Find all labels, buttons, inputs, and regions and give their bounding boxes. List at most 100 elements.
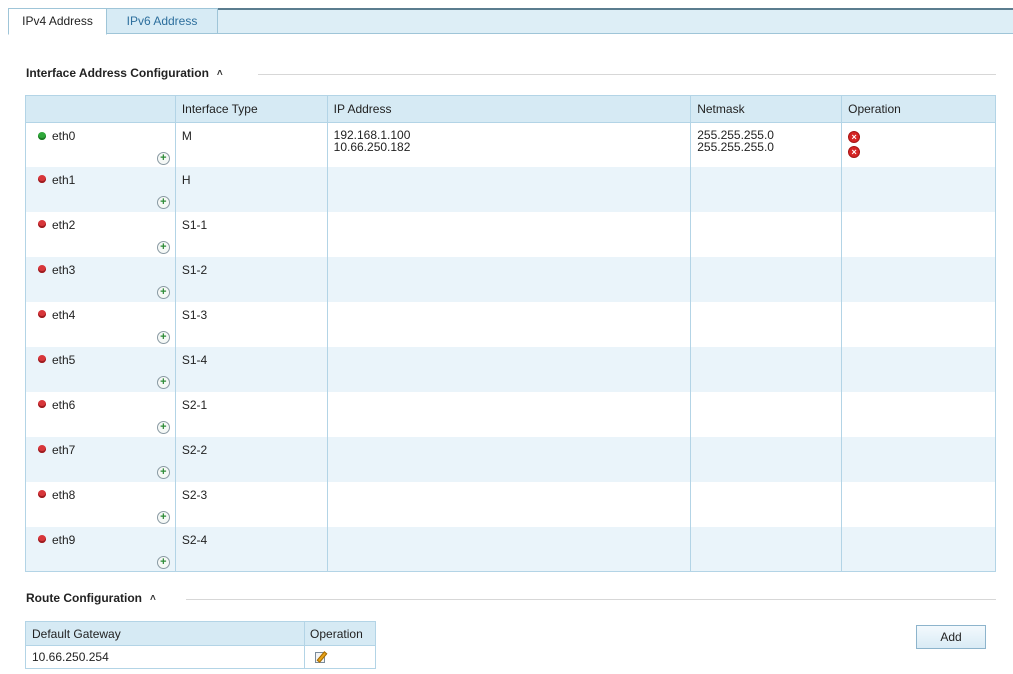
interface-name: eth3 bbox=[52, 262, 76, 277]
netmask: 255.255.255.0 bbox=[697, 140, 774, 154]
interface-name: eth0 bbox=[52, 129, 76, 143]
add-button[interactable]: Add bbox=[916, 625, 986, 649]
plus-circle-icon[interactable]: + bbox=[156, 330, 170, 344]
plus-circle-icon[interactable]: + bbox=[156, 510, 170, 524]
netmask-cell bbox=[690, 526, 843, 572]
column-header-interface-type: Interface Type bbox=[174, 95, 328, 123]
tab-ipv4-address[interactable]: IPv4 Address bbox=[8, 8, 107, 35]
operation-cell bbox=[841, 301, 996, 347]
interface-name-cell: eth7 + bbox=[32, 443, 175, 482]
interface-type: S1-4 bbox=[174, 346, 328, 392]
delete-icon[interactable]: × bbox=[848, 146, 861, 158]
default-gateway-value: 10.66.250.254 bbox=[24, 645, 306, 669]
table-row: 10.66.250.254 bbox=[24, 645, 376, 669]
column-header-default-gateway: Default Gateway bbox=[24, 621, 306, 646]
ip-address-cell bbox=[326, 436, 692, 482]
route-section-title: Route Configuration bbox=[26, 591, 142, 605]
plus-circle-icon[interactable]: + bbox=[156, 465, 170, 479]
interface-name: eth8 bbox=[52, 487, 76, 502]
interface-type: S2-4 bbox=[174, 526, 328, 572]
interface-section-header: Interface Address Configuration ˄ bbox=[26, 66, 223, 80]
green-status-icon bbox=[38, 131, 46, 140]
table-row: eth1 + H bbox=[25, 166, 996, 212]
interface-name: eth2 bbox=[52, 217, 76, 232]
operation-cell bbox=[304, 645, 376, 669]
plus-circle-icon[interactable]: + bbox=[156, 152, 170, 165]
interface-type: S2-1 bbox=[174, 391, 328, 437]
interface-table: Interface Type IP Address Netmask Operat… bbox=[25, 95, 996, 572]
red-status-icon bbox=[38, 265, 46, 274]
column-header-ip-address: IP Address bbox=[326, 95, 692, 123]
column-header-netmask: Netmask bbox=[690, 95, 843, 123]
interface-name: eth9 bbox=[52, 532, 76, 547]
netmask-cell bbox=[690, 346, 843, 392]
tab-bar: IPv4 Address IPv6 Address bbox=[8, 8, 1013, 35]
chevron-up-icon[interactable]: ˄ bbox=[217, 68, 223, 79]
route-table: Default Gateway Operation 10.66.250.254 bbox=[24, 621, 376, 669]
operation-cell bbox=[841, 166, 996, 212]
column-header-operation: Operation bbox=[841, 95, 996, 123]
table-row: eth0 + M 192.168.1.100 10.66.250.182 255… bbox=[25, 122, 996, 167]
red-status-icon bbox=[38, 310, 46, 319]
interface-name-cell: eth4 + bbox=[32, 308, 175, 347]
red-status-icon bbox=[38, 445, 46, 454]
red-status-icon bbox=[38, 220, 46, 229]
column-header-name bbox=[25, 95, 176, 123]
table-header-row: Default Gateway Operation bbox=[24, 621, 376, 646]
operation-cell bbox=[841, 211, 996, 257]
tab-ipv6-address[interactable]: IPv6 Address bbox=[107, 8, 218, 33]
ip-address-cell bbox=[326, 301, 692, 347]
table-row: eth5 + S1-4 bbox=[25, 346, 996, 392]
table-row: eth4 + S1-3 bbox=[25, 301, 996, 347]
table-row: eth9 + S2-4 bbox=[25, 526, 996, 572]
interface-name-cell: eth6 + bbox=[32, 398, 175, 437]
table-row: eth8 + S2-3 bbox=[25, 481, 996, 527]
red-status-icon bbox=[38, 175, 46, 184]
interface-type: S2-2 bbox=[174, 436, 328, 482]
operation-cell bbox=[841, 391, 996, 437]
interface-name-cell: eth1 + bbox=[32, 173, 175, 212]
red-status-icon bbox=[38, 355, 46, 364]
delete-icon[interactable]: × bbox=[848, 131, 861, 143]
table-row: eth7 + S2-2 bbox=[25, 436, 996, 482]
netmask-cell bbox=[690, 256, 843, 302]
ip-address-cell bbox=[326, 256, 692, 302]
red-status-icon bbox=[38, 535, 46, 544]
plus-circle-icon[interactable]: + bbox=[156, 285, 170, 299]
operation-cell bbox=[841, 256, 996, 302]
ip-address: 10.66.250.182 bbox=[333, 140, 411, 154]
ip-address-cell bbox=[326, 346, 692, 392]
red-status-icon bbox=[38, 490, 46, 499]
plus-circle-icon[interactable]: + bbox=[156, 375, 170, 389]
table-row: eth6 + S2-1 bbox=[25, 391, 996, 437]
netmask-cell bbox=[690, 391, 843, 437]
ip-address-cell: 192.168.1.100 10.66.250.182 bbox=[326, 122, 692, 167]
ip-address-cell bbox=[326, 526, 692, 572]
interface-type: S2-3 bbox=[174, 481, 328, 527]
table-row: eth3 + S1-2 bbox=[25, 256, 996, 302]
chevron-up-icon[interactable]: ˄ bbox=[150, 593, 156, 604]
interface-name-cell: eth9 + bbox=[32, 533, 175, 572]
interface-type: H bbox=[174, 166, 328, 212]
interface-type: S1-1 bbox=[174, 211, 328, 257]
interface-name: eth4 bbox=[52, 307, 76, 322]
ip-address-cell bbox=[326, 166, 692, 212]
netmask-cell: 255.255.255.0 255.255.255.0 bbox=[690, 122, 843, 167]
ip-address-cell bbox=[326, 481, 692, 527]
interface-type: S1-2 bbox=[174, 256, 328, 302]
plus-circle-icon[interactable]: + bbox=[156, 555, 170, 569]
route-section-header: Route Configuration ˄ bbox=[26, 591, 156, 605]
plus-circle-icon[interactable]: + bbox=[156, 195, 170, 209]
operation-cell bbox=[841, 481, 996, 527]
interface-section-title: Interface Address Configuration bbox=[26, 66, 209, 80]
interface-name-cell: eth5 + bbox=[32, 353, 175, 392]
operation-cell bbox=[841, 346, 996, 392]
operation-cell: × × bbox=[841, 122, 996, 167]
plus-circle-icon[interactable]: + bbox=[156, 240, 170, 254]
edit-icon[interactable] bbox=[315, 651, 329, 664]
plus-circle-icon[interactable]: + bbox=[156, 420, 170, 434]
interface-type: S1-3 bbox=[174, 301, 328, 347]
interface-name-cell: eth8 + bbox=[32, 488, 175, 527]
column-header-operation: Operation bbox=[304, 621, 376, 646]
interface-name: eth7 bbox=[52, 442, 76, 457]
